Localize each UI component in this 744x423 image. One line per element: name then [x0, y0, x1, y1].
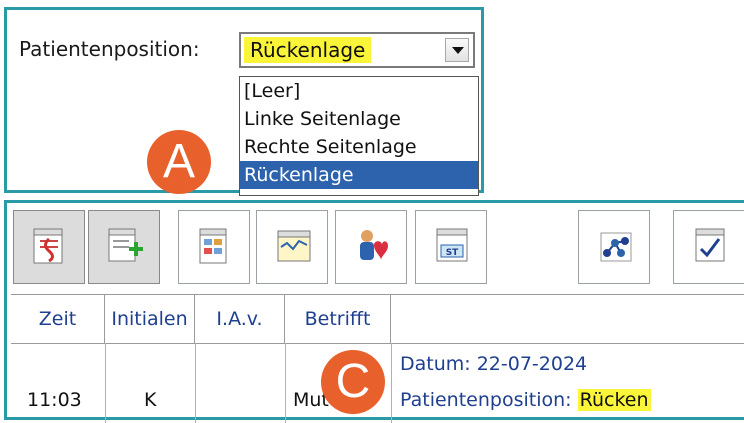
toolbar-button-patient[interactable]	[335, 210, 407, 284]
toolbar-button-medical-note[interactable]	[13, 210, 85, 284]
column-header-iav[interactable]: I.A.v.	[195, 295, 285, 343]
add-notepad-icon	[108, 228, 143, 262]
table-header: Zeit Initialen I.A.v. Betrifft	[11, 294, 744, 344]
column-header-initialen[interactable]: Initialen	[105, 295, 195, 343]
checklist-icon	[695, 228, 725, 262]
entry-date-line: Datum: 22-07-2024	[400, 353, 588, 375]
molecule-icon	[600, 232, 632, 262]
cell-initialen: K	[144, 389, 157, 411]
option-linke-seitenlage[interactable]: Linke Seitenlage	[240, 105, 478, 133]
toolbar-button-network[interactable]	[578, 210, 650, 284]
toolbar-button-chart[interactable]	[256, 210, 328, 284]
option-rechte-seitenlage[interactable]: Rechte Seitenlage	[240, 133, 478, 161]
nursing-report-panel: ST Zeit Initialen I.A.v. Betrifft Datum:…	[4, 200, 744, 423]
patient-heart-icon	[360, 230, 388, 260]
toolbar-button-add-note[interactable]	[88, 210, 160, 284]
caduceus-notepad-icon	[33, 228, 63, 264]
toolbar-button-checklist[interactable]	[673, 210, 744, 284]
cell-entry-text: Patientenposition: Rücken	[400, 389, 651, 411]
svg-text:ST: ST	[446, 248, 459, 258]
callout-badge-c: C	[321, 350, 385, 414]
entry-position-label: Patientenposition:	[400, 389, 572, 411]
patient-position-dropdown[interactable]: Rückenlage	[239, 32, 475, 68]
column-header-betrifft[interactable]: Betrifft	[285, 295, 391, 343]
column-header-zeit[interactable]: Zeit	[11, 295, 105, 343]
chevron-down-icon[interactable]	[445, 38, 469, 62]
patient-position-panel: Patientenposition: Rückenlage [Leer] Lin…	[4, 7, 484, 196]
toolbar-button-st[interactable]: ST	[415, 210, 487, 284]
patient-position-options: [Leer] Linke Seitenlage Rechte Seitenlag…	[239, 76, 479, 196]
entry-position-value: Rücken	[577, 389, 651, 411]
chart-notepad-icon	[277, 230, 311, 262]
toolbar-button-calendar[interactable]	[178, 210, 250, 284]
option-leer[interactable]: [Leer]	[240, 77, 478, 105]
toolbar: ST	[13, 210, 744, 290]
callout-badge-a: A	[147, 130, 211, 194]
dropdown-selected-value: Rückenlage	[244, 37, 372, 63]
option-rueckenlage[interactable]: Rückenlage	[240, 161, 478, 189]
patient-position-label: Patientenposition:	[19, 37, 200, 61]
calendar-notepad-icon	[199, 228, 227, 264]
st-notepad-icon: ST	[436, 228, 468, 262]
cell-zeit: 11:03	[27, 389, 82, 411]
